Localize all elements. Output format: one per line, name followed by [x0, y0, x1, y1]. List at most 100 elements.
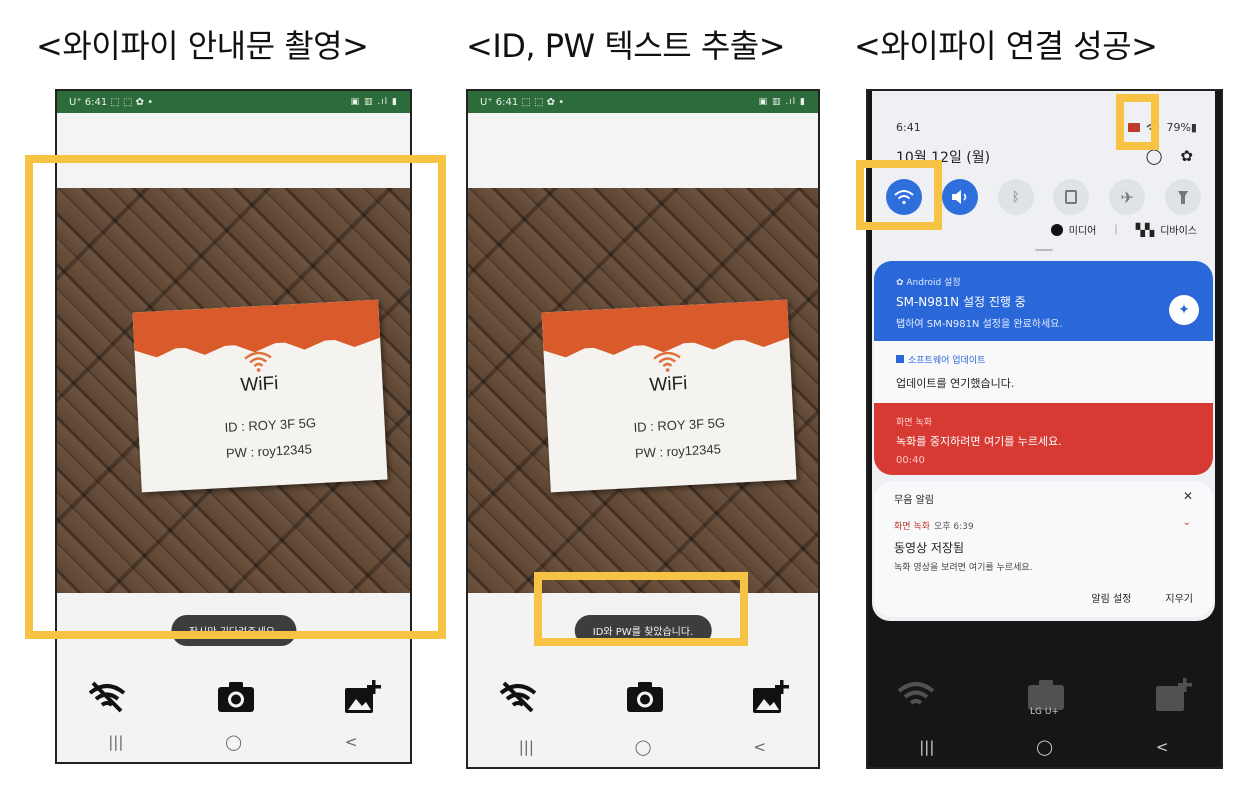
wifi-notice-sign: WiFi ID : ROY 3F 5G PW : roy12345: [132, 299, 388, 493]
caption-wifi-connection-success: <와이파이 연결 성공>: [854, 27, 1158, 65]
bottom-pane: ID와 PW를 찾았습니다. ||| ◯ <: [468, 593, 818, 767]
play-icon: [1050, 223, 1063, 236]
add-photo-icon[interactable]: [344, 680, 382, 714]
notification-shade: 6:41 79%▮ 10월 12일 (월) ◯ ✿ ᛒ ✈ 미디어 | ▚▚ 디…: [872, 91, 1215, 621]
caption-id-pw-text-extraction: <ID, PW 텍스트 추출>: [466, 27, 786, 65]
quick-setting-airplane[interactable]: ✈: [1109, 179, 1146, 215]
toast-message: 잠시만 기다려주세요.: [170, 615, 297, 646]
camera-toolbar: [468, 671, 818, 723]
system-navbar: ||| ◯ <: [868, 727, 1221, 767]
battery-level: 79%▮: [1166, 121, 1197, 134]
clear-button[interactable]: 지우기: [1165, 590, 1193, 605]
nav-back-button[interactable]: <: [1142, 738, 1182, 756]
nav-home-button[interactable]: ◯: [1024, 738, 1064, 756]
app-top-area: [57, 113, 410, 188]
devices-button[interactable]: ▚▚ 디바이스: [1135, 222, 1197, 238]
add-photo-icon[interactable]: [752, 680, 790, 714]
nav-home-button[interactable]: ◯: [213, 733, 253, 751]
recording-elapsed: 00:40: [896, 455, 925, 466]
sign-wifi-title: WiFi: [239, 373, 279, 396]
speaker-icon: [951, 190, 967, 204]
silent-notifications-group: 무음 알림 ✕ 화면 녹화 오후 6:39 ⌄ 동영상 저장됨 녹화 영상을 보려…: [874, 481, 1213, 617]
status-left: U⁺ 6:41 ⬚ ⬚ ✿ •: [69, 96, 154, 108]
wifi-icon: [894, 190, 914, 205]
quick-setting-sound[interactable]: [941, 179, 978, 215]
sign-pw-line: PW : roy12345: [225, 441, 313, 461]
notification-android-setup[interactable]: ✿ Android 설정 SM-N981N 설정 진행 중 탭하여 SM-N98…: [874, 261, 1213, 341]
camera-preview: WiFi ID : ROY 3F 5G PW : roy12345: [57, 188, 410, 593]
chevron-down-icon[interactable]: ⌄: [1183, 517, 1191, 528]
wifi-notice-sign: WiFi ID : ROY 3F 5G PW : roy12345: [541, 299, 797, 493]
power-icon[interactable]: ◯: [1146, 147, 1163, 165]
sign-pw-line: PW : roy12345: [634, 441, 722, 461]
notification-body: 탭하여 SM-N981N 설정을 완료하세요.: [896, 319, 1063, 330]
airplane-icon: ✈: [1120, 187, 1134, 207]
status-right: ▣ ▥ .ıl ▮: [350, 97, 398, 107]
update-app-label: 소프트웨어 업데이트: [908, 356, 986, 366]
bluetooth-icon: ᛒ: [1011, 189, 1020, 205]
camera-icon[interactable]: [217, 681, 255, 713]
notification-title: SM-N981N 설정 진행 중: [896, 295, 1026, 309]
status-bar: U⁺ 6:41 ⬚ ⬚ ✿ • ▣ ▥ .ıl ▮: [468, 91, 818, 113]
bottom-pane: 잠시만 기다려주세요. ||| ◯ <: [57, 593, 410, 762]
wifi-status-icon: [1146, 123, 1160, 133]
sub-time: 오후 6:39: [933, 522, 974, 532]
notification-title[interactable]: 동영상 저장됨: [894, 539, 964, 556]
date-label: 10월 12일 (월): [896, 150, 991, 166]
close-icon[interactable]: ✕: [1183, 489, 1193, 503]
caption-wifi-notice-capture: <와이파이 안내문 촬영>: [36, 27, 369, 65]
sub-app: 화면 녹화: [894, 522, 930, 532]
notification-title: 업데이트를 연기했습니다.: [896, 377, 1015, 390]
flashlight-icon: [1177, 191, 1188, 204]
phone-screenshot-extraction: U⁺ 6:41 ⬚ ⬚ ✿ • ▣ ▥ .ıl ▮ WiFi ID : ROY …: [466, 89, 820, 769]
status-left: U⁺ 6:41 ⬚ ⬚ ✿ •: [480, 96, 565, 108]
camera-icon[interactable]: [626, 681, 664, 713]
camera-toolbar: [57, 671, 410, 723]
quick-setting-flashlight[interactable]: [1164, 179, 1201, 215]
system-navbar: ||| ◯ <: [57, 722, 410, 762]
status-time: 6:41: [896, 121, 921, 134]
nav-recents-button[interactable]: |||: [907, 738, 947, 756]
media-button[interactable]: 미디어: [1050, 222, 1097, 237]
status-bar: 6:41 79%▮: [896, 121, 1197, 134]
screen-record-status-icon: [1128, 123, 1141, 132]
media-label: 미디어: [1068, 226, 1097, 237]
quick-setting-wifi[interactable]: [886, 179, 922, 215]
sign-wifi-title: WiFi: [648, 373, 688, 396]
settings-gear-icon[interactable]: ✿: [1180, 147, 1193, 165]
devices-grid-icon: ▚▚: [1135, 222, 1155, 237]
quick-setting-bluetooth[interactable]: ᛒ: [997, 179, 1034, 215]
phone-screenshot-connected: 6:41 79%▮ 10월 12일 (월) ◯ ✿ ᛒ ✈ 미디어 | ▚▚ 디…: [866, 89, 1223, 769]
nav-back-button[interactable]: <: [331, 733, 371, 751]
nav-back-button[interactable]: <: [740, 738, 780, 756]
lock-rotation-icon: [1065, 190, 1078, 204]
wifi-off-icon[interactable]: [498, 681, 538, 713]
shade-handle[interactable]: [1034, 249, 1053, 251]
app-top-area: [468, 113, 818, 188]
wifi-off-icon[interactable]: [87, 681, 127, 713]
quick-setting-rotation[interactable]: [1053, 179, 1090, 215]
notification-app-name: 화면 녹화: [896, 418, 932, 428]
notification-software-update[interactable]: 소프트웨어 업데이트 업데이트를 연기했습니다.: [874, 341, 1213, 403]
nav-recents-button[interactable]: |||: [96, 733, 136, 751]
quick-settings-row: ᛒ ✈: [886, 179, 1201, 215]
update-icon: [896, 355, 904, 363]
camera-preview: WiFi ID : ROY 3F 5G PW : roy12345: [468, 188, 818, 593]
nav-home-button[interactable]: ◯: [623, 738, 663, 756]
status-right: ▣ ▥ .ıl ▮: [758, 97, 806, 107]
sign-id-line: ID : ROY 3F 5G: [224, 415, 317, 435]
notification-screen-recording[interactable]: 화면 녹화 녹화를 중지하려면 여기를 누르세요. 00:40: [874, 403, 1213, 475]
media-devices-row: 미디어 | ▚▚ 디바이스: [1050, 222, 1197, 238]
notification-app-name: 소프트웨어 업데이트: [896, 353, 985, 366]
notification-actions: 알림 설정 지우기: [1091, 590, 1193, 605]
nav-recents-button[interactable]: |||: [506, 738, 546, 756]
carrier-label: LG U+: [1030, 707, 1059, 717]
notification-settings-button[interactable]: 알림 설정: [1091, 590, 1131, 605]
shade-top-icons: ◯ ✿: [1146, 147, 1193, 165]
notification-title: 녹화를 중지하려면 여기를 누르세요.: [896, 435, 1062, 448]
devices-label: 디바이스: [1160, 226, 1197, 237]
wifi-icon: [244, 351, 272, 372]
silent-header: 무음 알림: [894, 495, 934, 506]
notification-body[interactable]: 녹화 영상을 보려면 여기를 누르세요.: [894, 560, 1033, 573]
magic-wand-icon[interactable]: ✦: [1169, 295, 1199, 325]
